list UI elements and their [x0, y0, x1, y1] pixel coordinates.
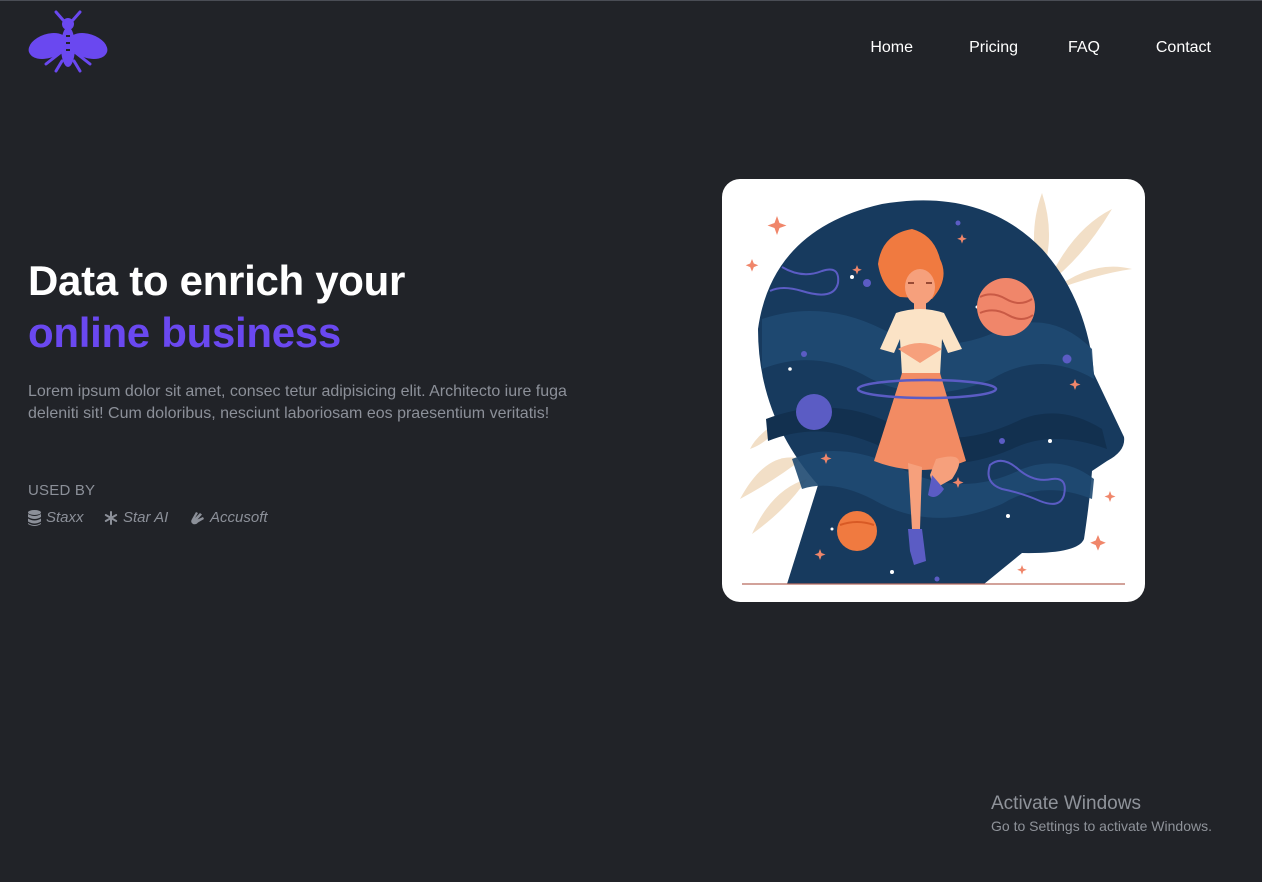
- woman-meditating-in-head-illustration: [722, 179, 1145, 602]
- brand-name: Star AI: [123, 509, 168, 526]
- nav-contact-link[interactable]: Contact: [1156, 39, 1211, 57]
- nav-faq-link[interactable]: FAQ: [1068, 39, 1100, 57]
- windows-activation-watermark: Activate Windows Go to Settings to activ…: [991, 793, 1212, 836]
- watermark-subtitle: Go to Settings to activate Windows.: [991, 816, 1212, 836]
- asterisk-icon: [104, 511, 118, 525]
- hero-illustration-card: [722, 179, 1145, 602]
- nav-pricing-link[interactable]: Pricing: [969, 39, 1018, 57]
- hero-title: Data to enrich your online business: [28, 255, 405, 359]
- brand-name: Staxx: [46, 509, 84, 526]
- brand-star-ai: Star AI: [104, 509, 168, 526]
- database-icon: [28, 510, 41, 526]
- used-by-label: USED BY: [28, 482, 95, 499]
- brand-staxx: Staxx: [28, 509, 84, 526]
- hero-description: Lorem ipsum dolor sit amet, consec tetur…: [28, 381, 618, 425]
- hero-title-line2: online business: [28, 307, 405, 359]
- nav-home-link[interactable]: Home: [870, 39, 913, 57]
- brand-name: Accusoft: [210, 509, 268, 526]
- brand-accusoft: Accusoft: [189, 509, 268, 526]
- mosquito-logo-icon[interactable]: [26, 9, 110, 75]
- hero-title-line1: Data to enrich your: [28, 255, 405, 307]
- watermark-title: Activate Windows: [991, 793, 1212, 815]
- sign-language-icon: [189, 510, 205, 526]
